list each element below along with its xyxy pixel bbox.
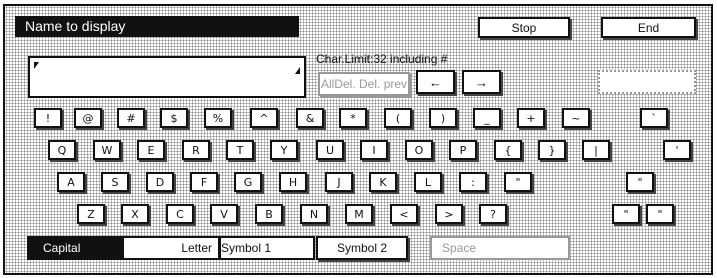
space-button[interactable]: Space [430,236,570,260]
key-y[interactable]: Y [270,140,298,160]
key-e[interactable]: E [137,140,165,160]
symbol1-mode-button[interactable]: Symbol 1 [219,236,315,260]
key-x[interactable]: X [121,204,149,224]
screen-title: Name to display [15,16,299,37]
key-open-brace[interactable]: { [494,140,522,160]
key-close-brace[interactable]: } [538,140,566,160]
del-label: Del. [359,77,381,91]
key-i[interactable]: I [360,140,388,160]
key-k[interactable]: K [369,172,397,192]
key-ampersand[interactable]: & [296,108,324,128]
key-quote-right-3[interactable]: " [646,204,674,224]
key-p[interactable]: P [449,140,477,160]
key-asterisk[interactable]: * [339,108,367,128]
key-j[interactable]: J [325,172,353,192]
key-s[interactable]: S [101,172,129,192]
key-m[interactable]: M [345,204,373,224]
cursor-right-button[interactable]: → [462,70,501,94]
key-at[interactable]: @ [74,108,102,128]
key-g[interactable]: G [234,172,262,192]
key-greater-than[interactable]: > [435,204,463,224]
key-h[interactable]: H [279,172,307,192]
key-tilde[interactable]: ~ [562,108,590,128]
key-underscore[interactable]: _ [473,108,501,128]
key-question[interactable]: ? [479,204,507,224]
key-quote-right-2[interactable]: " [612,204,640,224]
cursor-end-icon [295,67,300,74]
symbol2-mode-button[interactable]: Symbol 2 [316,236,408,260]
key-u[interactable]: U [316,140,344,160]
key-b[interactable]: B [255,204,283,224]
key-dollar[interactable]: $ [160,108,188,128]
key-q[interactable]: Q [48,140,76,160]
key-z[interactable]: Z [77,204,105,224]
key-colon[interactable]: : [459,172,487,192]
key-less-than[interactable]: < [390,204,418,224]
key-l[interactable]: L [414,172,442,192]
key-r[interactable]: R [182,140,210,160]
key-hash[interactable]: # [117,108,145,128]
key-open-paren[interactable]: ( [384,108,412,128]
char-limit-text: Char.Limit:32 including # [316,52,448,66]
prev-label: prev [383,77,408,91]
key-c[interactable]: C [166,204,194,224]
arrow-right-icon: → [475,74,488,90]
key-caret[interactable]: ^ [250,108,278,128]
key-f[interactable]: F [190,172,218,192]
name-input-display[interactable] [28,56,306,98]
key-t[interactable]: T [226,140,254,160]
key-a[interactable]: A [57,172,85,192]
key-plus[interactable]: + [517,108,545,128]
alldel-label: AllDel. [320,77,356,91]
key-exclaim[interactable]: ! [34,108,62,128]
key-double-quote[interactable]: " [504,172,532,192]
cursor-left-button[interactable]: ← [416,70,455,94]
key-d[interactable]: D [146,172,174,192]
arrow-left-icon: ← [429,74,442,90]
blank-button[interactable] [598,70,696,94]
stop-button[interactable]: Stop [478,17,570,38]
key-backtick[interactable]: ` [640,108,668,128]
key-percent[interactable]: % [204,108,232,128]
alldel-del-button[interactable]: AllDel. Del. prev [318,72,410,96]
capital-mode-button[interactable]: Capital [27,236,122,260]
key-o[interactable]: O [405,140,433,160]
letter-mode-button[interactable]: Letter [122,236,220,260]
key-quote-right-1[interactable]: " [626,172,654,192]
key-pipe[interactable]: | [582,140,610,160]
end-button[interactable]: End [601,17,696,38]
key-close-paren[interactable]: ) [429,108,457,128]
cursor-start-icon [34,62,39,69]
key-n[interactable]: N [300,204,328,224]
key-v[interactable]: V [210,204,238,224]
key-apostrophe[interactable]: ' [663,140,691,160]
key-w[interactable]: W [93,140,121,160]
